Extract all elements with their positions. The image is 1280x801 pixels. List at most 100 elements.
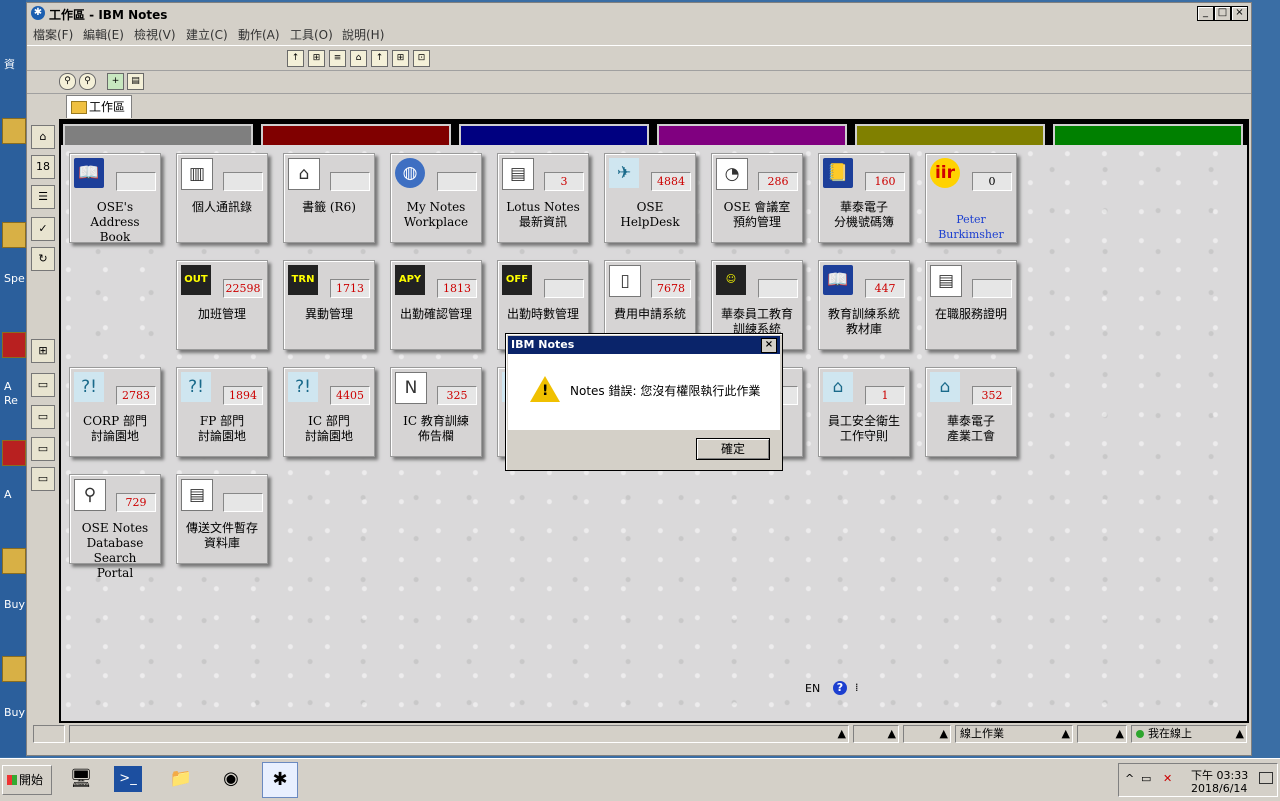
database-tile[interactable]: ?! 2783 CORP 部門 討論園地 — [69, 367, 161, 457]
chevron-updown-icon[interactable]: ⁞ — [855, 681, 859, 694]
workspace-page-tab[interactable] — [261, 124, 451, 146]
database-tile[interactable]: iir 0 Peter Burkimsher — [925, 153, 1017, 243]
toolbar-icon[interactable]: ⊡ — [413, 50, 430, 67]
toolbar-icon[interactable]: ↑ — [371, 50, 388, 67]
database-tile[interactable]: 📖 OSE's Address Book — [69, 153, 161, 244]
network-icon[interactable]: ▭ — [1141, 772, 1151, 785]
dialog-close-button[interactable]: × — [761, 338, 777, 353]
toolbar-icon[interactable]: ⊞ — [308, 50, 325, 67]
menu-help[interactable]: 說明(H) — [342, 26, 384, 43]
search-all-icon[interactable]: ⚲ — [79, 73, 96, 90]
folder-icon — [71, 101, 87, 114]
status-message[interactable]: ▲ — [69, 725, 849, 743]
desktop-folder-icon[interactable] — [2, 656, 26, 682]
chevron-up-icon[interactable]: ▲ — [838, 726, 846, 742]
toolbar-icon[interactable]: ↑ — [287, 50, 304, 67]
close-button[interactable]: × — [1231, 6, 1248, 21]
location-selector[interactable]: 線上作業 ▲ — [955, 725, 1073, 743]
status-field[interactable]: ▲ — [853, 725, 899, 743]
properties-icon[interactable]: ▤ — [127, 73, 144, 90]
database-tile[interactable]: ⚲ 729 OSE Notes Database Search Portal — [69, 474, 161, 580]
clock-date[interactable]: 2018/6/14 — [1191, 782, 1247, 795]
desktop-folder-icon[interactable] — [2, 222, 26, 248]
database-tile[interactable]: ✈ 4884 OSE HelpDesk — [604, 153, 696, 243]
toolbar-icon[interactable]: ⊞ — [392, 50, 409, 67]
volume-muted-icon[interactable]: ✕ — [1163, 772, 1172, 785]
chevron-up-icon[interactable]: ▲ — [888, 726, 896, 742]
maximize-button[interactable]: □ — [1214, 6, 1231, 21]
desktop-app-icon[interactable] — [2, 440, 26, 466]
title-bar[interactable]: ✱ 工作區 - IBM Notes _ □ × — [27, 3, 1251, 23]
course-book-icon: 📖 — [823, 265, 853, 295]
menu-actions[interactable]: 動作(A) — [238, 26, 280, 43]
database-tile[interactable]: ⌂ 1 員工安全衛生 工作守則 — [818, 367, 910, 457]
workspace-page-tab[interactable] — [657, 124, 847, 146]
database-tile[interactable]: ⌂ 書籤 (R6) — [283, 153, 375, 243]
status-field[interactable] — [33, 725, 65, 743]
chrome-icon[interactable]: ◉ — [214, 762, 248, 796]
chevron-up-icon[interactable]: ^ — [1125, 772, 1134, 785]
workspace-page-tab[interactable] — [1053, 124, 1243, 146]
menu-view[interactable]: 檢視(V) — [134, 26, 176, 43]
menu-file[interactable]: 檔案(F) — [33, 26, 73, 43]
unread-count: 3 — [544, 172, 584, 191]
dialog-title[interactable]: IBM Notes × — [508, 336, 780, 354]
mail-status[interactable]: ▲ — [1077, 725, 1127, 743]
help-icon[interactable]: ? — [833, 681, 847, 695]
database-tile[interactable]: 📖 447 教育訓練系統 教材庫 — [818, 260, 910, 350]
database-tile[interactable]: ▤ 傳送文件暫存 資料庫 — [176, 474, 268, 564]
desktop-app-icon[interactable] — [2, 332, 26, 358]
window-title: 工作區 - IBM Notes — [49, 8, 168, 22]
database-tile[interactable]: ▤ 在職服務證明 — [925, 260, 1017, 350]
tile-label: 在職服務證明 — [934, 307, 1007, 321]
chevron-up-icon[interactable]: ▲ — [940, 726, 948, 742]
search-icon[interactable]: ⚲ — [59, 73, 76, 90]
status-field[interactable]: ▲ — [903, 725, 951, 743]
tab-workspace[interactable]: 工作區 — [66, 95, 133, 118]
ok-button[interactable]: 確定 — [696, 438, 770, 460]
database-tile[interactable]: ▤ 3 Lotus Notes 最新資訊 — [497, 153, 589, 243]
menu-tools[interactable]: 工具(O) — [290, 26, 333, 43]
database-tile[interactable]: ▥ 個人通訊錄 — [176, 153, 268, 243]
database-tile[interactable]: OUT 22598 加班管理 — [176, 260, 268, 350]
powershell-icon[interactable]: >_ — [114, 766, 142, 792]
workspace-page-tab[interactable] — [855, 124, 1045, 146]
action-center-icon[interactable] — [1259, 772, 1273, 784]
server-manager-icon[interactable]: 🖥 — [64, 762, 98, 796]
language-indicator[interactable]: EN — [805, 682, 820, 695]
start-button[interactable]: 開始 — [2, 765, 52, 795]
desktop-folder-icon[interactable] — [2, 548, 26, 574]
database-tile[interactable]: ⌂ 352 華泰電子 產業工會 — [925, 367, 1017, 457]
database-tile[interactable]: N 325 IC 教育訓練 佈告欄 — [390, 367, 482, 457]
minimize-button[interactable]: _ — [1197, 6, 1214, 21]
add-icon[interactable]: + — [107, 73, 124, 90]
database-tile[interactable]: APY 1813 出勤確認管理 — [390, 260, 482, 350]
database-tile[interactable]: 📒 160 華泰電子 分機號碼簿 — [818, 153, 910, 243]
folder-icon[interactable]: ▭ — [31, 437, 55, 461]
home-icon[interactable]: ⌂ — [31, 125, 55, 149]
presence-selector[interactable]: 我在線上 ▲ — [1131, 725, 1247, 743]
file-explorer-icon[interactable]: 📁 — [164, 762, 198, 796]
workspace-page-tab[interactable] — [459, 124, 649, 146]
desktop-folder-icon[interactable] — [2, 118, 26, 144]
bookmark-icon[interactable]: ⊞ — [31, 339, 55, 363]
clock-time[interactable]: 下午 03:33 — [1191, 767, 1248, 783]
folder-icon[interactable]: ▭ — [31, 373, 55, 397]
database-tile[interactable]: ?! 1894 FP 部門 討論園地 — [176, 367, 268, 457]
folder-icon[interactable]: ▭ — [31, 467, 55, 491]
menu-edit[interactable]: 編輯(E) — [83, 26, 124, 43]
contacts-icon[interactable]: ☰ — [31, 185, 55, 209]
folder-icon[interactable]: ▭ — [31, 405, 55, 429]
database-tile[interactable]: TRN 1713 異動管理 — [283, 260, 375, 350]
replication-icon[interactable]: ↻ — [31, 247, 55, 271]
ibm-notes-taskbar-icon[interactable]: ✱ — [262, 762, 298, 798]
todo-icon[interactable]: ✓ — [31, 217, 55, 241]
database-tile[interactable]: ?! 4405 IC 部門 討論園地 — [283, 367, 375, 457]
calendar-icon[interactable]: 18 — [31, 155, 55, 179]
database-tile[interactable]: ◍ My Notes Workplace — [390, 153, 482, 243]
toolbar-icon[interactable]: ⌂ — [350, 50, 367, 67]
database-tile[interactable]: ◔ 286 OSE 會議室 預約管理 — [711, 153, 803, 243]
workspace-page-tab[interactable] — [63, 124, 253, 146]
menu-create[interactable]: 建立(C) — [186, 26, 228, 43]
toolbar-icon[interactable]: ≡ — [329, 50, 346, 67]
